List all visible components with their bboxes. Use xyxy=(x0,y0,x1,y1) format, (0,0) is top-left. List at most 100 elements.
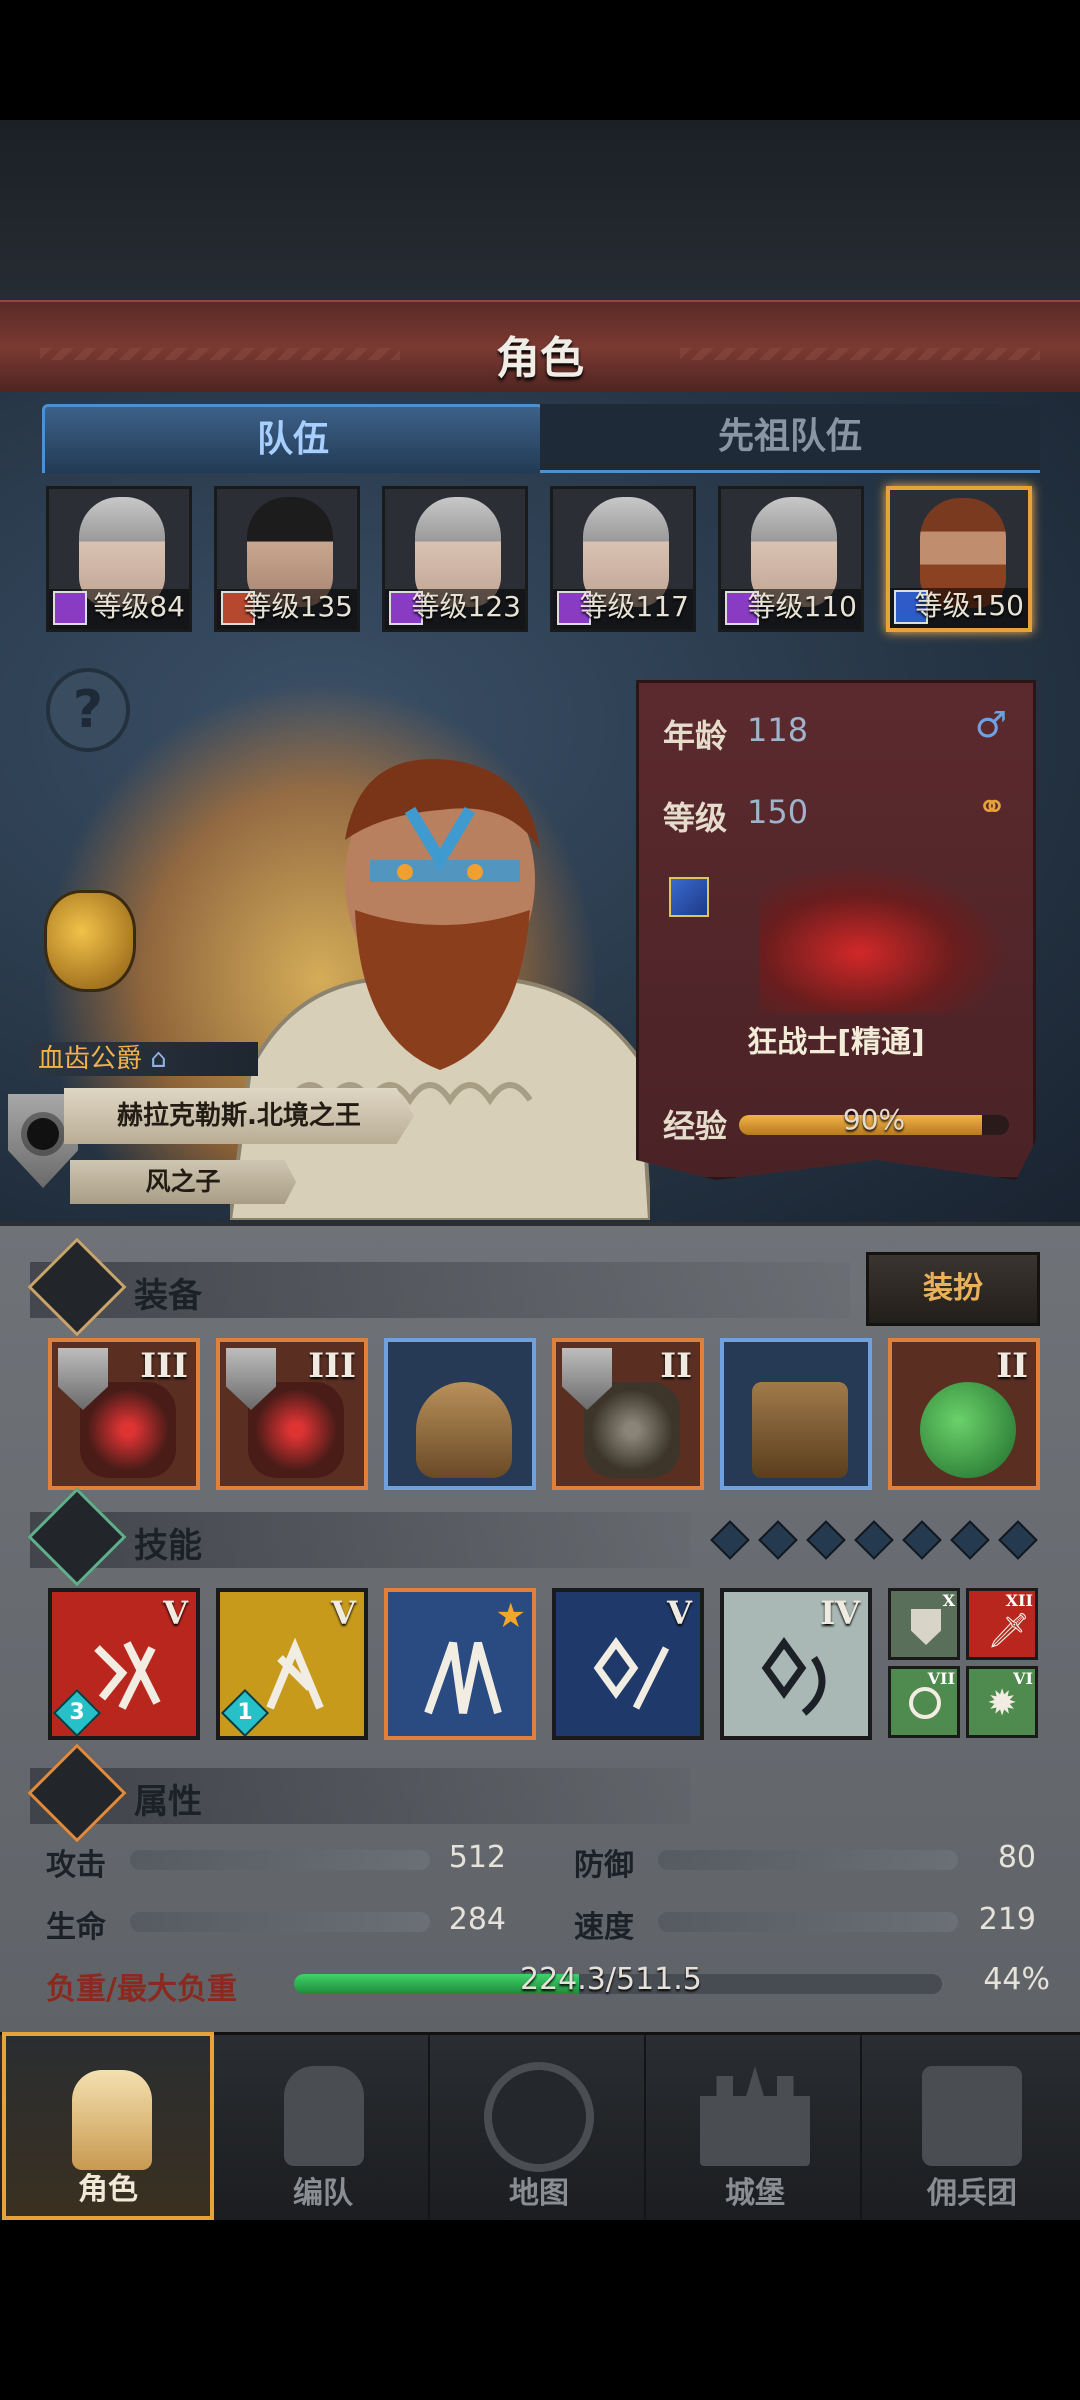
slash-skill-icon xyxy=(94,1641,161,1710)
equipment-slot-trinket[interactable]: II xyxy=(888,1338,1040,1490)
party-portrait-selected[interactable]: 等级150 xyxy=(886,486,1032,632)
portrait-level: 等级123 xyxy=(411,590,521,623)
tier-label: III xyxy=(308,1346,356,1386)
party-portrait[interactable]: 等级84 xyxy=(46,486,192,632)
party-portrait[interactable]: 等级123 xyxy=(382,486,528,632)
nav-label: 地图 xyxy=(509,2176,569,2211)
load-value: 224.3/511.5 xyxy=(520,1962,702,1997)
skill-slot[interactable]: V 1 xyxy=(216,1588,368,1740)
equipment-slot-weapon[interactable]: III xyxy=(48,1338,200,1490)
knight-icon xyxy=(72,2070,152,2170)
helmet-icon xyxy=(284,2066,364,2166)
crystal-skill-icon xyxy=(593,1637,670,1710)
passive-skill-sword[interactable]: XII 🗡 xyxy=(966,1588,1038,1660)
tab-ancestor-party[interactable]: 先祖队伍 xyxy=(540,404,1040,473)
portrait-level: 等级110 xyxy=(747,590,857,623)
status-bar xyxy=(0,0,1080,120)
age-label: 年龄 xyxy=(663,717,728,755)
nav-formation[interactable]: 编队 xyxy=(218,2032,430,2220)
equipment-title: 装备 xyxy=(134,1276,202,1316)
tier-label: V xyxy=(163,1594,188,1632)
nav-label: 佣兵团 xyxy=(927,2176,1017,2211)
noble-title: 血齿公爵 ⌂ xyxy=(30,1042,258,1076)
crystal-strike-skill-icon xyxy=(761,1637,826,1716)
background-sky xyxy=(0,120,1080,300)
equipment-slot-weapon[interactable]: III xyxy=(216,1338,368,1490)
nav-map[interactable]: 地图 xyxy=(434,2032,646,2220)
skill-slot[interactable]: IV xyxy=(720,1588,872,1740)
compass-icon xyxy=(484,2062,594,2172)
defense-value: 80 xyxy=(997,1840,1036,1875)
speed-value: 219 xyxy=(978,1902,1036,1937)
party-portrait[interactable]: 等级117 xyxy=(550,486,696,632)
shield-icon xyxy=(911,1609,941,1645)
tab-party[interactable]: 队伍 xyxy=(42,404,544,473)
rank-up-icon: ⌂ xyxy=(150,1044,167,1074)
passive-skill-armor[interactable]: X xyxy=(888,1588,960,1660)
cleave-skill-icon xyxy=(266,1637,324,1710)
helmet-icon xyxy=(416,1382,512,1478)
help-icon[interactable]: ? xyxy=(46,668,130,752)
skill-slot[interactable]: ★ xyxy=(384,1588,536,1740)
tier-label: V xyxy=(331,1594,356,1632)
nav-castle[interactable]: 城堡 xyxy=(650,2032,862,2220)
tier-label: II xyxy=(660,1346,692,1386)
target-icon xyxy=(909,1687,941,1719)
dress-up-button[interactable]: 装扮 xyxy=(866,1252,1040,1326)
xp-text: 90% xyxy=(842,1103,906,1136)
claw-skill-icon xyxy=(424,1641,502,1715)
level-value: 150 xyxy=(747,793,809,831)
nav-label: 城堡 xyxy=(725,2176,785,2211)
character-name[interactable]: 赫拉克勒斯.北境之王 xyxy=(64,1088,414,1144)
level-label: 等级 xyxy=(663,799,728,837)
info-card: 年龄 118 ♂ 等级 150 ⚭ 狂战士[精通] 经验 90% xyxy=(636,680,1036,1180)
defense-label: 防御 xyxy=(574,1848,634,1883)
passive-skill-target[interactable]: VII xyxy=(888,1666,960,1738)
castle-icon xyxy=(700,2066,810,2166)
skills-title: 技能 xyxy=(134,1526,202,1566)
age-value: 118 xyxy=(747,711,809,749)
banner-icon xyxy=(922,2066,1022,2166)
staff-class-icon xyxy=(53,591,87,625)
party-portrait[interactable]: 等级135 xyxy=(214,486,360,632)
tier-label: IV xyxy=(820,1594,860,1632)
skill-slot[interactable]: V xyxy=(552,1588,704,1740)
party-portrait[interactable]: 等级110 xyxy=(718,486,864,632)
attack-label: 攻击 xyxy=(46,1848,106,1883)
equipment-slot-armor[interactable]: II xyxy=(552,1338,704,1490)
tier-label: III xyxy=(140,1346,188,1386)
star-icon: ★ xyxy=(495,1596,526,1636)
boots-icon xyxy=(752,1382,848,1478)
skill-slot[interactable]: V 3 xyxy=(48,1588,200,1740)
attack-value: 512 xyxy=(448,1840,506,1875)
tier-label: II xyxy=(996,1346,1028,1386)
male-icon: ♂ xyxy=(974,705,1007,746)
character-subtitle: 风之子 xyxy=(70,1160,296,1204)
hero-artwork xyxy=(230,759,650,1220)
trinket-icon xyxy=(920,1382,1016,1478)
nav-mercenary[interactable]: 佣兵团 xyxy=(866,2032,1078,2220)
passive-skill-burst[interactable]: VI ✹ xyxy=(966,1666,1038,1738)
portrait-level: 等级117 xyxy=(579,590,689,623)
sword-class-icon xyxy=(669,877,709,917)
portrait-level: 等级150 xyxy=(914,589,1024,622)
equipment-slot-helmet[interactable] xyxy=(384,1338,536,1490)
xp-label: 经验 xyxy=(663,1107,728,1145)
load-label: 负重/最大负重 xyxy=(46,1972,237,2007)
equipment-slot-boots[interactable] xyxy=(720,1338,872,1490)
health-value: 284 xyxy=(448,1902,506,1937)
skill-charge-count: 1 xyxy=(237,1700,253,1725)
load-percent: 44% xyxy=(983,1962,1050,1997)
nav-label: 角色 xyxy=(78,2172,138,2207)
nav-character[interactable]: 角色 xyxy=(2,2032,214,2220)
tier-label: V xyxy=(667,1594,692,1632)
ring-icon[interactable]: ⚭ xyxy=(977,787,1007,828)
burst-icon: ✹ xyxy=(987,1683,1018,1724)
attributes-title: 属性 xyxy=(134,1782,202,1822)
tier-label: XII xyxy=(1005,1591,1033,1610)
speed-label: 速度 xyxy=(574,1910,634,1945)
potion-icon[interactable] xyxy=(44,890,136,992)
page-title: 角色 xyxy=(496,333,584,384)
class-name: 狂战士[精通] xyxy=(747,1025,925,1060)
portrait-level: 等级84 xyxy=(93,590,185,623)
